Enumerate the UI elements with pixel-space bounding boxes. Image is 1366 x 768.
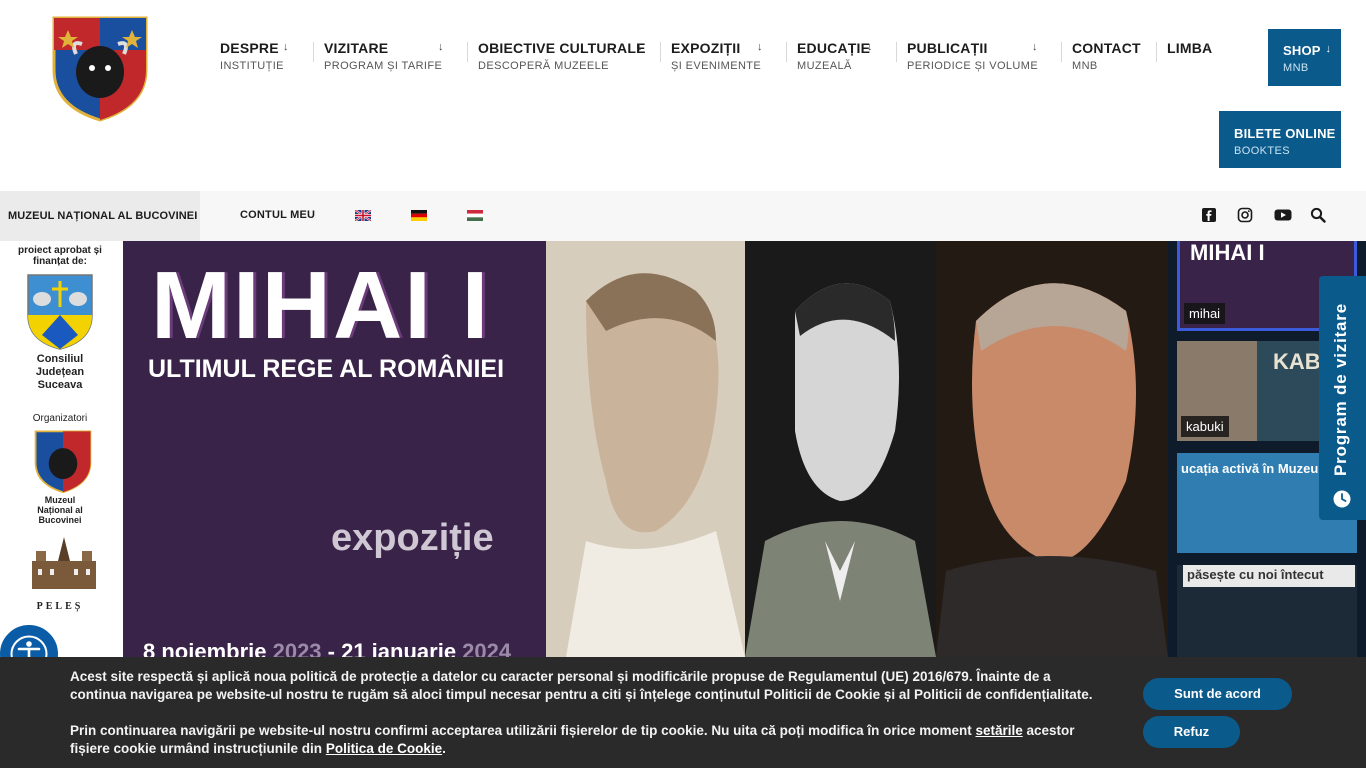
nav-item-vizitare[interactable]: VIZITARE PROGRAM ȘI TARIFE ↓ <box>313 40 467 72</box>
search-icon[interactable] <box>1310 207 1326 223</box>
portrait-photo-young <box>745 241 936 657</box>
facebook-icon[interactable] <box>1201 207 1217 223</box>
tickets-subtitle: BOOKTES <box>1234 145 1290 157</box>
my-account-link[interactable]: CONTUL MEU <box>240 209 315 221</box>
visiting-program-tab[interactable]: Program de vizitare <box>1319 276 1366 520</box>
hungarian-flag-icon[interactable] <box>467 210 483 221</box>
nav-item-title: OBIECTIVE CULTURALE <box>478 40 646 56</box>
cookie-text-2: Prin continuarea navigării pe website-ul… <box>70 722 1110 758</box>
thumbnail-text: păsește cu noi întecut <box>1183 565 1355 587</box>
nav-item-contact[interactable]: CONTACT MNB <box>1061 40 1156 72</box>
year-end: 2024 <box>462 639 512 657</box>
german-flag-icon[interactable] <box>411 210 427 221</box>
hero-slider: proiect aprobat și finanțat de: Consiliu… <box>0 241 1366 657</box>
thumbnail-caption: mihai <box>1184 303 1226 324</box>
nav-item-subtitle: ȘI EVENIMENTE <box>671 60 762 72</box>
nav-item-obiective-culturale[interactable]: OBIECTIVE CULTURALE DESCOPERĂ MUZEELE ↓ <box>467 40 660 72</box>
utility-bar: MUZEUL NAȚIONAL AL BUCOVINEI CONTUL MEU <box>0 191 1366 241</box>
banner-subtitle: ULTIMUL REGE AL ROMÂNIEI <box>148 355 505 383</box>
arrow-down-icon: ↓ <box>1205 41 1211 53</box>
organizers-label: Organizatori <box>32 413 88 424</box>
museum-logo-small <box>34 430 92 494</box>
clock-icon <box>1333 490 1351 508</box>
nav-item-subtitle: INSTITUȚIE <box>220 60 284 72</box>
tickets-title: BILETE ONLINE <box>1234 126 1336 141</box>
online-tickets-button[interactable]: BILETE ONLINE BOOKTES <box>1219 111 1341 168</box>
nav-item-title: PUBLICAȚII <box>907 40 988 56</box>
arrow-down-icon: ↓ <box>283 41 289 53</box>
nav-item-subtitle: MNB <box>1072 60 1098 72</box>
youtube-icon[interactable] <box>1274 207 1292 223</box>
date-start: 8 noiembrie <box>143 639 273 657</box>
cookie-text-segment: . <box>442 741 446 756</box>
shop-button[interactable]: SHOP MNB ↓ <box>1268 29 1341 86</box>
peles-castle-icon <box>32 537 96 589</box>
council-label: Consiliul Județean Suceava <box>35 353 85 391</box>
instagram-icon[interactable] <box>1237 207 1253 223</box>
exhibition-banner[interactable]: MIHAI I ULTIMUL REGE AL ROMÂNIEI expoziț… <box>123 241 1168 657</box>
museum-coat-of-arms-logo[interactable] <box>48 10 152 122</box>
arrow-down-icon: ↓ <box>637 41 643 53</box>
date-end: - 21 ianuarie <box>321 639 463 657</box>
thumbnail-title: MIHAI I <box>1190 241 1265 265</box>
site-title[interactable]: MUZEUL NAȚIONAL AL BUCOVINEI <box>0 191 200 241</box>
main-navigation: DESPRE INSTITUȚIE ↓ VIZITARE PROGRAM ȘI … <box>210 40 1226 80</box>
peles-label: PELEȘ <box>36 601 84 612</box>
year-start: 2023 <box>272 639 322 657</box>
cookie-text-segment: Prin continuarea navigării pe website-ul… <box>70 723 976 738</box>
accept-cookies-button[interactable]: Sunt de acord <box>1143 678 1292 710</box>
site-header: DESPRE INSTITUȚIE ↓ VIZITARE PROGRAM ȘI … <box>0 0 1366 191</box>
county-coat-of-arms-icon <box>27 274 93 350</box>
nav-item-subtitle: MUZEALĂ <box>797 60 852 72</box>
nav-item-subtitle: PERIODICE ȘI VOLUME <box>907 60 1039 72</box>
nav-item-despre[interactable]: DESPRE INSTITUȚIE ↓ <box>210 40 313 72</box>
nav-item-subtitle: PROGRAM ȘI TARIFE <box>324 60 443 72</box>
cookie-consent-banner: Acest site respectă și aplică noua polit… <box>0 657 1366 768</box>
arrow-down-icon: ↓ <box>438 41 444 53</box>
arrow-down-icon: ↓ <box>757 41 763 53</box>
banner-dates: 8 noiembrie 2023 - 21 ianuarie 2024 <box>143 639 511 657</box>
museum-label: Muzeul Național al Bucovinei <box>37 495 83 525</box>
nav-item-title: CONTACT <box>1072 40 1141 56</box>
cookie-settings-link[interactable]: setările <box>975 723 1022 738</box>
banner-label: expoziție <box>331 517 494 559</box>
nav-item-expozitii[interactable]: EXPOZIȚII ȘI EVENIMENTE ↓ <box>660 40 786 72</box>
sponsors-strip: proiect aprobat și finanțat de: Consiliu… <box>0 241 123 657</box>
thumbnail-innovation[interactable]: păsește cu noi întecut <box>1177 565 1357 657</box>
approved-label: proiect aprobat și finanțat de: <box>18 245 102 267</box>
cookie-text-1: Acest site respectă și aplică noua polit… <box>70 669 1093 702</box>
thumbnail-caption: kabuki <box>1181 416 1229 437</box>
shop-title: SHOP <box>1283 43 1321 58</box>
refuse-cookies-button[interactable]: Refuz <box>1143 716 1240 748</box>
portrait-photo-child <box>546 241 745 657</box>
english-flag-icon[interactable] <box>355 210 371 221</box>
program-tab-label: Program de vizitare <box>1331 303 1350 476</box>
nav-item-educatie[interactable]: EDUCAȚIE MUZEALĂ ↓ <box>786 40 896 72</box>
arrow-down-icon: ↓ <box>1032 41 1038 53</box>
nav-item-publicatii[interactable]: PUBLICAȚII PERIODICE ȘI VOLUME ↓ <box>896 40 1061 72</box>
banner-title: MIHAI I <box>151 252 491 359</box>
nav-item-title: EDUCAȚIE <box>797 40 871 56</box>
nav-item-title: DESPRE <box>220 40 279 56</box>
arrow-down-icon: ↓ <box>867 41 873 53</box>
portrait-photo-elder <box>936 241 1168 657</box>
cookie-policy-link[interactable]: Politica de Cookie <box>326 741 442 756</box>
nav-item-limba[interactable]: LIMBA ↓ <box>1156 40 1226 62</box>
arrow-down-icon: ↓ <box>1325 43 1332 55</box>
nav-item-subtitle: DESCOPERĂ MUZEELE <box>478 60 609 72</box>
shop-subtitle: MNB <box>1283 62 1309 74</box>
